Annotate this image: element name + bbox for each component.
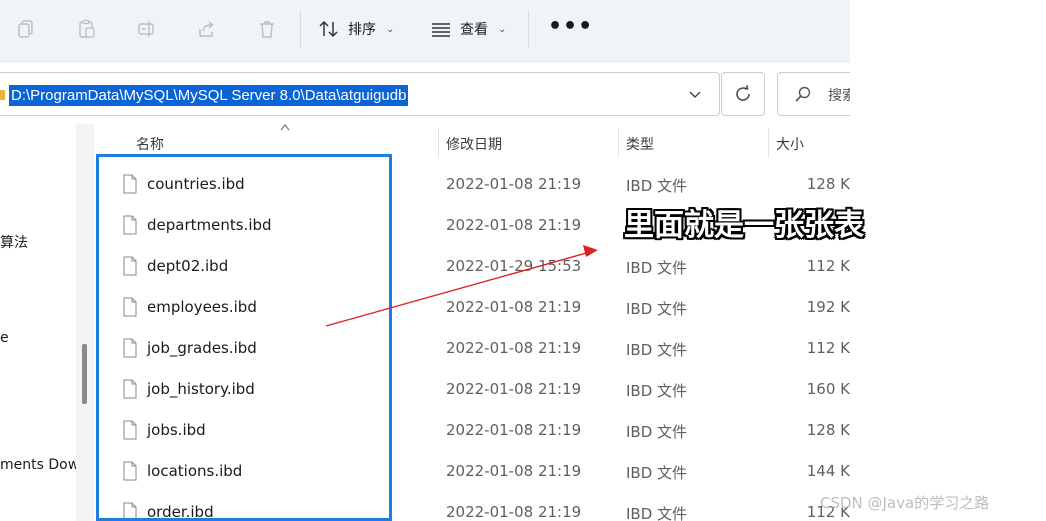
delete-button[interactable] [253, 16, 281, 42]
chevron-down-icon[interactable] [687, 86, 703, 102]
file-date: 2022-01-08 21:19 [446, 216, 582, 234]
column-header-name[interactable]: 名称 [136, 134, 164, 154]
toolbar-separator [528, 10, 529, 48]
file-size: 160 K [806, 380, 850, 398]
file-date: 2022-01-08 21:19 [446, 503, 582, 521]
file-date: 2022-01-08 21:19 [446, 462, 582, 480]
copy-icon [18, 20, 33, 38]
column-header-type[interactable]: 类型 [626, 134, 654, 154]
folder-icon [0, 90, 5, 100]
chevron-down-icon: ⌄ [386, 23, 395, 35]
view-button[interactable]: 查看 ⌄ [430, 16, 506, 42]
watermark: CSDN @Java的学习之路 [820, 494, 990, 512]
toolbar-separator [300, 10, 301, 48]
column-divider[interactable] [618, 128, 619, 158]
nav-item[interactable]: e [0, 330, 9, 346]
share-button[interactable] [193, 16, 221, 42]
annotation-highlight-box [96, 154, 392, 521]
file-date: 2022-01-29 15:53 [446, 257, 582, 275]
sort-ascending-icon [280, 124, 290, 131]
file-type: IBD 文件 [626, 177, 688, 195]
file-size: 192 K [806, 298, 850, 316]
view-label: 查看 [460, 22, 488, 38]
nav-item[interactable]: ments Dow [0, 457, 76, 473]
nav-item[interactable]: 算法 [0, 232, 28, 252]
scrollbar-thumb[interactable] [82, 344, 87, 404]
refresh-button[interactable] [721, 72, 765, 116]
copy-button[interactable] [12, 16, 40, 42]
trash-icon [260, 21, 274, 38]
column-divider[interactable] [768, 128, 769, 158]
file-size: 128 K [806, 421, 850, 439]
command-bar: 排序 ⌄ 查看 ⌄ ••• [0, 0, 850, 62]
file-type: IBD 文件 [626, 423, 688, 441]
file-date: 2022-01-08 21:19 [446, 175, 582, 193]
rename-button[interactable] [133, 16, 161, 42]
column-header-size[interactable]: 大小 [776, 134, 804, 154]
search-placeholder: 搜索 [828, 88, 850, 104]
file-type: IBD 文件 [626, 300, 688, 318]
sort-icon [319, 20, 338, 38]
file-size: 144 K [806, 462, 850, 480]
sort-label: 排序 [348, 22, 376, 38]
sort-button[interactable]: 排序 ⌄ [318, 16, 394, 42]
chevron-down-icon: ⌄ [498, 23, 507, 35]
file-date: 2022-01-08 21:19 [446, 339, 582, 357]
file-type: IBD 文件 [626, 505, 688, 521]
refresh-icon [736, 85, 750, 101]
paste-icon [79, 19, 95, 38]
column-divider[interactable] [438, 128, 439, 158]
address-path-selected[interactable]: D:\ProgramData\MySQL\MySQL Server 8.0\Da… [9, 85, 409, 106]
file-size: 128 K [806, 175, 850, 193]
file-date: 2022-01-08 21:19 [446, 421, 582, 439]
file-type: IBD 文件 [626, 259, 688, 277]
address-bar[interactable]: D:\ProgramData\MySQL\MySQL Server 8.0\Da… [0, 72, 720, 116]
annotation-text: 里面就是一张张表 [624, 208, 864, 243]
file-type: IBD 文件 [626, 341, 688, 359]
file-date: 2022-01-08 21:19 [446, 380, 582, 398]
file-type: IBD 文件 [626, 464, 688, 482]
column-header-date[interactable]: 修改日期 [446, 134, 502, 154]
more-options-button[interactable]: ••• [548, 16, 593, 38]
file-date: 2022-01-08 21:19 [446, 298, 582, 316]
paste-button[interactable] [73, 16, 101, 42]
share-icon [199, 21, 214, 37]
nav-scrollbar[interactable] [76, 124, 94, 521]
file-type: IBD 文件 [626, 382, 688, 400]
search-input[interactable]: 搜索 [777, 72, 850, 116]
navigation-pane: 算法 e ments Dow [0, 124, 76, 521]
search-icon [795, 86, 811, 102]
file-size: 112 K [806, 339, 850, 357]
rename-icon [138, 21, 154, 37]
view-list-icon [432, 23, 450, 37]
file-size: 112 K [806, 257, 850, 275]
